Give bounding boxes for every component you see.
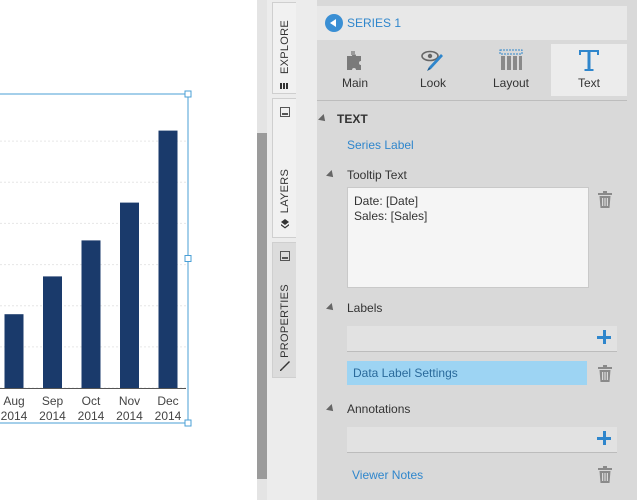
tab-look-label: Look [419, 76, 447, 90]
puzzle-icon [347, 51, 361, 70]
properties-box-icon [280, 251, 290, 261]
tab-layout[interactable]: Layout [473, 44, 549, 96]
x-tick-label-month: Oct [82, 394, 101, 408]
annotations-heading: Annotations [347, 402, 411, 416]
text-section-heading: TEXT [337, 112, 368, 126]
series-label-link[interactable]: Series Label [347, 138, 414, 152]
properties-panel: SERIES 1 Main Look Layout Text TEXT Seri… [317, 0, 637, 500]
text-t-icon [579, 50, 599, 71]
tooltip-line-sales: Sales: [Sales] [354, 209, 428, 223]
x-tick-label-year: 2014 [116, 409, 143, 423]
trash-icon[interactable] [598, 191, 612, 208]
x-tick-label-year: 2014 [39, 409, 66, 423]
add-label-icon[interactable] [597, 330, 611, 344]
vertical-tab-column: EXPLORE LAYERS PROPERTIES [267, 0, 317, 500]
data-label-settings-item[interactable]: Data Label Settings [347, 361, 587, 385]
collapse-labels-icon[interactable] [326, 303, 336, 313]
bar-nov [120, 202, 139, 388]
series-header[interactable]: SERIES 1 [317, 6, 627, 40]
tab-look[interactable]: Look [395, 44, 471, 96]
labels-heading: Labels [347, 301, 383, 315]
resize-handle[interactable] [184, 90, 192, 98]
add-annotation-icon[interactable] [597, 431, 611, 445]
tool-tabs: Main Look Layout Text [317, 44, 627, 96]
tab-layout-label: Layout [492, 76, 530, 90]
bar-chart[interactable]: Aug2014Sep2014Oct2014Nov2014Dec2014 [0, 0, 257, 500]
bar-dec [158, 130, 178, 388]
trash-icon[interactable] [598, 466, 612, 483]
layer-box-icon [280, 107, 290, 117]
layers-icon [281, 219, 289, 229]
labels-add-field[interactable] [347, 326, 617, 352]
collapse-tooltip-icon[interactable] [326, 170, 336, 180]
tab-main-label: Main [341, 76, 368, 90]
tab-main[interactable]: Main [317, 44, 393, 96]
x-tick-label-year: 2014 [78, 409, 105, 423]
tab-layers-label: LAYERS [278, 168, 291, 214]
tab-layers[interactable]: LAYERS [272, 98, 296, 238]
x-tick-label-month: Sep [42, 394, 64, 408]
collapse-annotations-icon[interactable] [326, 404, 336, 414]
bar-sep [43, 276, 62, 388]
x-tick-label-month: Nov [119, 394, 140, 408]
layout-grid-icon [499, 49, 523, 70]
tab-explore-label: EXPLORE [278, 19, 291, 75]
panel-divider [317, 100, 627, 101]
brush-icon [280, 361, 290, 371]
collapse-text-icon[interactable] [318, 114, 328, 124]
dashboard-canvas[interactable]: Aug 2014 Sep 2014 Oct 2014 Nov 2014 Dec 2014 [0, 0, 257, 500]
x-tick-label-year: 2014 [155, 409, 182, 423]
eye-brush-icon [421, 50, 443, 71]
scrollbar-thumb[interactable] [257, 133, 267, 479]
canvas-scrollbar[interactable] [257, 0, 267, 500]
resize-handle[interactable] [184, 419, 192, 427]
back-arrow-icon[interactable] [325, 14, 343, 32]
tooltip-text-heading: Tooltip Text [347, 168, 407, 182]
tooltip-text-input[interactable]: Date: [Date] Sales: [Sales] [347, 187, 589, 288]
bar-oct [81, 240, 101, 388]
explore-icon [280, 83, 288, 89]
bar-aug [4, 314, 24, 388]
tab-text[interactable]: Text [551, 44, 627, 96]
trash-icon[interactable] [598, 365, 612, 382]
x-tick-label-month: Aug [3, 394, 24, 408]
viewer-notes-link[interactable]: Viewer Notes [352, 468, 423, 482]
resize-handle[interactable] [184, 255, 192, 262]
x-tick-label-month: Dec [157, 394, 178, 408]
tab-properties[interactable]: PROPERTIES [272, 242, 296, 378]
x-tick-label-year: 2014 [1, 409, 28, 423]
annotations-add-field[interactable] [347, 427, 617, 453]
tab-properties-label: PROPERTIES [278, 284, 291, 358]
tab-explore[interactable]: EXPLORE [272, 2, 296, 94]
series-title[interactable]: SERIES 1 [347, 16, 401, 30]
tab-text-label: Text [577, 76, 600, 90]
tooltip-line-date: Date: [Date] [354, 194, 419, 208]
